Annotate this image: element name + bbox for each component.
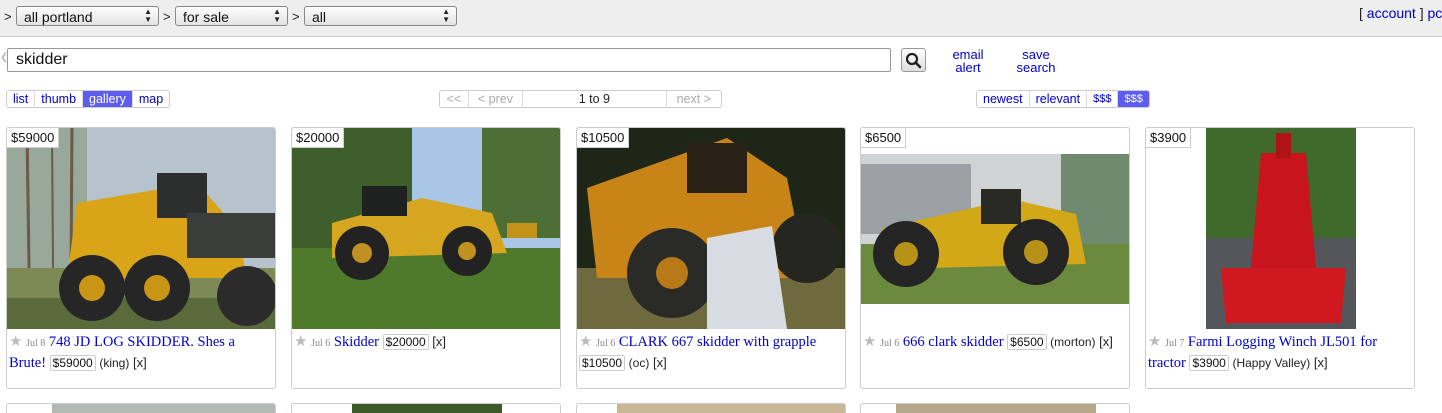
email-alert-line2: alert [946,61,990,74]
account-links: [ account ] pc [1359,5,1442,21]
price-tag: $10500 [577,128,629,148]
listing-info: ★ Jul 6 CLARK 667 skidder with grapple $… [579,332,841,373]
hide-listing-button[interactable]: [x] [1099,334,1113,349]
hide-listing-button[interactable]: [x] [1314,355,1328,370]
favorite-star-icon[interactable]: ★ [294,333,307,350]
search-icon [902,49,925,71]
category-select[interactable]: for sale ▲▼ [175,6,288,26]
listing-price: $59000 [50,355,96,371]
listing-price: $3900 [1189,355,1228,371]
view-thumb[interactable]: thumb [35,91,83,107]
listing-photo[interactable] [861,154,1130,304]
listing-location: (morton) [1050,335,1095,349]
listing-photo[interactable] [896,404,1096,413]
listing-date: Jul 7 [1165,338,1184,349]
search-button[interactable] [901,48,926,72]
listing-card[interactable] [6,403,276,413]
price-tag: $20000 [292,128,344,148]
first-page-button[interactable]: << [440,91,469,107]
listing-info: ★ Jul 7 Farmi Logging Winch JL501 for tr… [1148,332,1410,373]
listing-card[interactable]: $10500 ★ Jul 6 CLARK 667 skidder with gr… [576,127,846,389]
breadcrumb-separator: > [163,9,171,24]
select-arrows-icon: ▲▼ [442,8,450,24]
breadcrumb-separator: > [292,9,300,24]
search-input[interactable]: skidder [7,48,891,72]
pagination: << < prev 1 to 9 next > [439,90,722,108]
save-search-line2: search [1014,61,1058,74]
sort-newest[interactable]: newest [977,91,1030,107]
listing-photo[interactable] [1206,128,1356,329]
listing-info: ★ Jul 6 666 clark skidder $6500 (morton)… [863,332,1125,353]
select-arrows-icon: ▲▼ [144,8,152,24]
listing-card[interactable]: $3900 ★ Jul 7 Farmi Logging Winch JL501 … [1145,127,1415,389]
listing-photo[interactable] [7,128,276,329]
favorite-star-icon[interactable]: ★ [579,333,592,350]
listing-title[interactable]: Skidder [334,334,379,350]
bracket: ] [1420,5,1424,21]
listing-location: (Happy Valley) [1232,356,1310,370]
bracket: [ [1359,5,1363,21]
view-list[interactable]: list [7,91,35,107]
result-range: 1 to 9 [523,91,666,107]
price-tag: $3900 [1146,128,1191,148]
breadcrumb-separator: > [4,9,12,24]
view-gallery[interactable]: gallery [83,91,133,107]
subcategory-select-value: all [312,9,326,25]
price-tag: $6500 [861,128,906,148]
listing-date: Jul 6 [311,338,330,349]
listing-title[interactable]: CLARK 667 skidder with grapple [619,334,816,350]
favorite-star-icon[interactable]: ★ [1148,333,1161,350]
hide-listing-button[interactable]: [x] [133,355,147,370]
area-select-value: all portland [24,9,93,25]
listing-date: Jul 8 [26,338,45,349]
listing-card[interactable] [860,403,1130,413]
listing-price: $10500 [579,355,625,371]
next-page-button[interactable]: next > [667,91,721,107]
listing-photo[interactable] [617,404,846,413]
listing-price: $6500 [1007,334,1046,350]
listing-photo[interactable] [292,128,561,329]
post-link[interactable]: pc [1428,5,1442,21]
listing-location: (oc) [629,356,650,370]
sort-price-low[interactable]: $$$ [1087,91,1118,107]
select-arrows-icon: ▲▼ [273,8,281,24]
sort-relevant[interactable]: relevant [1030,91,1087,107]
area-select[interactable]: all portland ▲▼ [16,6,159,26]
listing-info: ★ Jul 8 748 JD LOG SKIDDER. Shes a Brute… [9,332,271,373]
listing-price: $20000 [383,334,429,350]
favorite-star-icon[interactable]: ★ [9,333,22,350]
top-bar: > all portland ▲▼ > for sale ▲▼ > all ▲▼… [0,0,1442,37]
listing-info: ★ Jul 6 Skidder $20000 [x] [294,332,556,353]
listing-card[interactable]: $59000 ★ Jul 8 748 JD LOG SKIDDER. Shes … [6,127,276,389]
hide-listing-button[interactable]: [x] [653,355,667,370]
listing-card[interactable] [576,403,846,413]
price-tag: $59000 [7,128,59,148]
sort-toggle: newest relevant $$$ $$$ [976,90,1150,108]
listing-card[interactable]: $20000 ★ Jul 6 Skidder $20000 [x] [291,127,561,389]
view-map[interactable]: map [133,91,169,107]
listing-title[interactable]: 666 clark skidder [903,334,1004,350]
listing-card[interactable]: $6500 ★ Jul 6 666 clark skidder $6500 (m… [860,127,1130,389]
listing-location: (king) [99,356,129,370]
hide-listing-button[interactable]: [x] [432,334,446,349]
sort-price-high[interactable]: $$$ [1118,91,1148,107]
listing-date: Jul 6 [880,338,899,349]
save-search-link[interactable]: save search [1014,48,1058,74]
listing-photo[interactable] [352,404,502,413]
prev-page-button[interactable]: < prev [469,91,523,107]
listing-card[interactable] [291,403,561,413]
account-link[interactable]: account [1367,5,1416,21]
category-select-value: for sale [183,9,229,25]
email-alert-link[interactable]: email alert [946,48,990,74]
listing-photo[interactable] [577,128,846,329]
favorite-star-icon[interactable]: ★ [863,333,876,350]
view-mode-toggle: list thumb gallery map [6,90,170,108]
subcategory-select[interactable]: all ▲▼ [304,6,457,26]
listing-photo[interactable] [52,404,276,413]
listing-date: Jul 6 [596,338,615,349]
